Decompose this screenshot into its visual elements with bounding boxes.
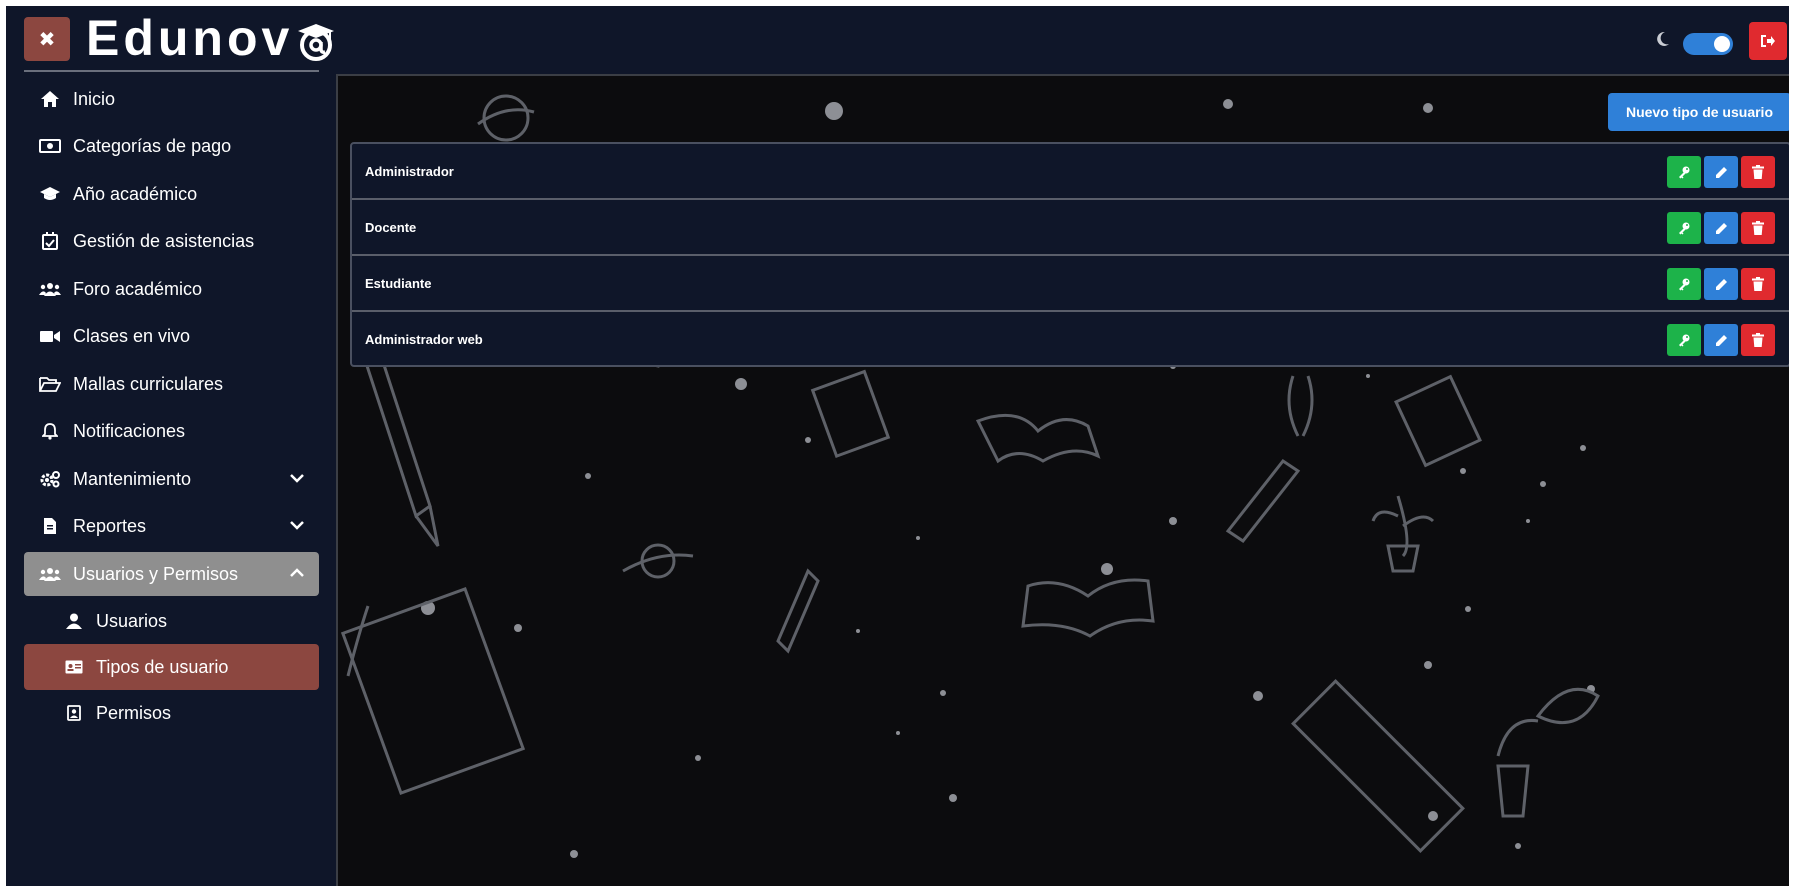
- permissions-button[interactable]: [1667, 212, 1701, 244]
- sidebar-item-notificaciones[interactable]: Notificaciones: [24, 409, 319, 453]
- bell-icon: [39, 420, 61, 442]
- money-icon: [39, 135, 61, 157]
- logo: Edunov: [86, 10, 336, 66]
- edit-button[interactable]: [1704, 324, 1738, 356]
- sidebar-item-mantenimiento[interactable]: Mantenimiento: [24, 457, 319, 501]
- key-icon: [1679, 166, 1690, 179]
- user-icon: [64, 611, 84, 631]
- sidebar-subitem-label: Tipos de usuario: [96, 656, 229, 677]
- sidebar-item-mallas-curriculares[interactable]: Mallas curriculares: [24, 362, 319, 406]
- user-type-name: Administrador: [365, 163, 454, 179]
- edit-button[interactable]: [1704, 212, 1738, 244]
- chevron-down-icon: [290, 521, 304, 530]
- sidebar-subitem-label: Permisos: [96, 702, 172, 723]
- logo-text: Edunov: [86, 10, 294, 66]
- user-types-table: Administrador Docente Estudiante Adminis…: [350, 142, 1789, 367]
- delete-button[interactable]: [1741, 156, 1775, 188]
- chevron-down-icon: [290, 474, 304, 483]
- users-icon: [39, 278, 61, 300]
- sidebar-item-label: Mallas curriculares: [73, 373, 224, 394]
- delete-button[interactable]: [1741, 324, 1775, 356]
- logout-icon: [1761, 35, 1775, 47]
- close-icon: ✖: [38, 28, 56, 51]
- table-row: Administrador web: [352, 312, 1789, 366]
- permissions-button[interactable]: [1667, 268, 1701, 300]
- row-actions: [1667, 212, 1775, 244]
- user-type-name: Estudiante: [365, 275, 432, 291]
- pencil-icon: [1715, 278, 1727, 290]
- close-menu-button[interactable]: ✖: [24, 17, 70, 61]
- home-icon: [39, 88, 61, 110]
- trash-icon: [1752, 333, 1764, 347]
- key-icon: [1679, 222, 1690, 235]
- id-card-icon: [64, 657, 84, 677]
- table-row: Administrador: [352, 144, 1789, 198]
- sidebar-item-gestion-asistencias[interactable]: Gestión de asistencias: [24, 219, 319, 263]
- gears-icon: [39, 468, 61, 490]
- sidebar-item-label: Mantenimiento: [73, 468, 192, 489]
- trash-icon: [1752, 165, 1764, 179]
- delete-button[interactable]: [1741, 268, 1775, 300]
- pencil-icon: [1715, 222, 1727, 234]
- sidebar-item-foro-academico[interactable]: Foro académico: [24, 267, 319, 311]
- logout-button[interactable]: [1749, 22, 1787, 60]
- graduation-cap-icon: [39, 183, 61, 205]
- sidebar-item-label: Año académico: [73, 183, 198, 204]
- sidebar-item-label: Clases en vivo: [73, 325, 191, 346]
- permissions-button[interactable]: [1667, 156, 1701, 188]
- trash-icon: [1752, 277, 1764, 291]
- sidebar-item-label: Inicio: [73, 88, 116, 109]
- sidebar-subitem-usuarios[interactable]: Usuarios: [24, 598, 319, 644]
- pencil-icon: [1715, 334, 1727, 346]
- sidebar-item-ano-academico[interactable]: Año académico: [24, 172, 319, 216]
- theme-toggle[interactable]: [1683, 33, 1733, 55]
- edit-button[interactable]: [1704, 268, 1738, 300]
- row-actions: [1667, 324, 1775, 356]
- sidebar-item-inicio[interactable]: Inicio: [24, 77, 319, 121]
- sidebar-item-label: Reportes: [73, 515, 147, 536]
- key-icon: [1679, 334, 1690, 347]
- table-row: Docente: [352, 200, 1789, 254]
- users-icon: [39, 563, 61, 585]
- sidebar-item-label: Gestión de asistencias: [73, 230, 255, 251]
- sidebar-item-label: Usuarios y Permisos: [73, 563, 239, 584]
- contact-card-icon: [64, 703, 84, 723]
- main-content: Nuevo tipo de usuario Administrador Doce…: [336, 74, 1789, 886]
- app-window: ✖ Edunov Inicio Categorías de pago Año a…: [6, 6, 1789, 886]
- sidebar-item-reportes[interactable]: Reportes: [24, 504, 319, 548]
- video-icon: [39, 325, 61, 347]
- sidebar-item-label: Foro académico: [73, 278, 203, 299]
- file-icon: [39, 515, 61, 537]
- delete-button[interactable]: [1741, 212, 1775, 244]
- sidebar-subitem-permisos[interactable]: Permisos: [24, 690, 319, 736]
- calendar-check-icon: [39, 230, 61, 252]
- key-icon: [1679, 278, 1690, 291]
- user-type-name: Docente: [365, 219, 417, 235]
- sidebar-item-categorias-pago[interactable]: Categorías de pago: [24, 124, 319, 168]
- sidebar-item-label: Notificaciones: [73, 420, 186, 441]
- row-actions: [1667, 268, 1775, 300]
- graduation-at-icon: [298, 24, 335, 61]
- pencil-icon: [1715, 166, 1727, 178]
- sidebar-item-label: Categorías de pago: [73, 135, 232, 156]
- sidebar-subitem-tipos-de-usuario[interactable]: Tipos de usuario: [24, 644, 319, 690]
- user-type-name: Administrador web: [365, 331, 483, 347]
- sidebar-item-clases-en-vivo[interactable]: Clases en vivo: [24, 314, 319, 358]
- sidebar-subitem-label: Usuarios: [96, 610, 168, 631]
- folder-open-icon: [39, 373, 61, 395]
- sidebar: Inicio Categorías de pago Año académico …: [6, 72, 336, 886]
- trash-icon: [1752, 221, 1764, 235]
- edit-button[interactable]: [1704, 156, 1738, 188]
- new-user-type-button[interactable]: Nuevo tipo de usuario: [1608, 93, 1789, 131]
- table-row: Estudiante: [352, 256, 1789, 310]
- row-actions: [1667, 156, 1775, 188]
- moon-icon: [1657, 31, 1669, 46]
- toggle-knob: [1714, 36, 1730, 52]
- sidebar-item-usuarios-permisos[interactable]: Usuarios y Permisos: [24, 552, 319, 596]
- chevron-up-icon: [290, 568, 304, 577]
- permissions-button[interactable]: [1667, 324, 1701, 356]
- top-bar: ✖ Edunov: [6, 6, 1789, 72]
